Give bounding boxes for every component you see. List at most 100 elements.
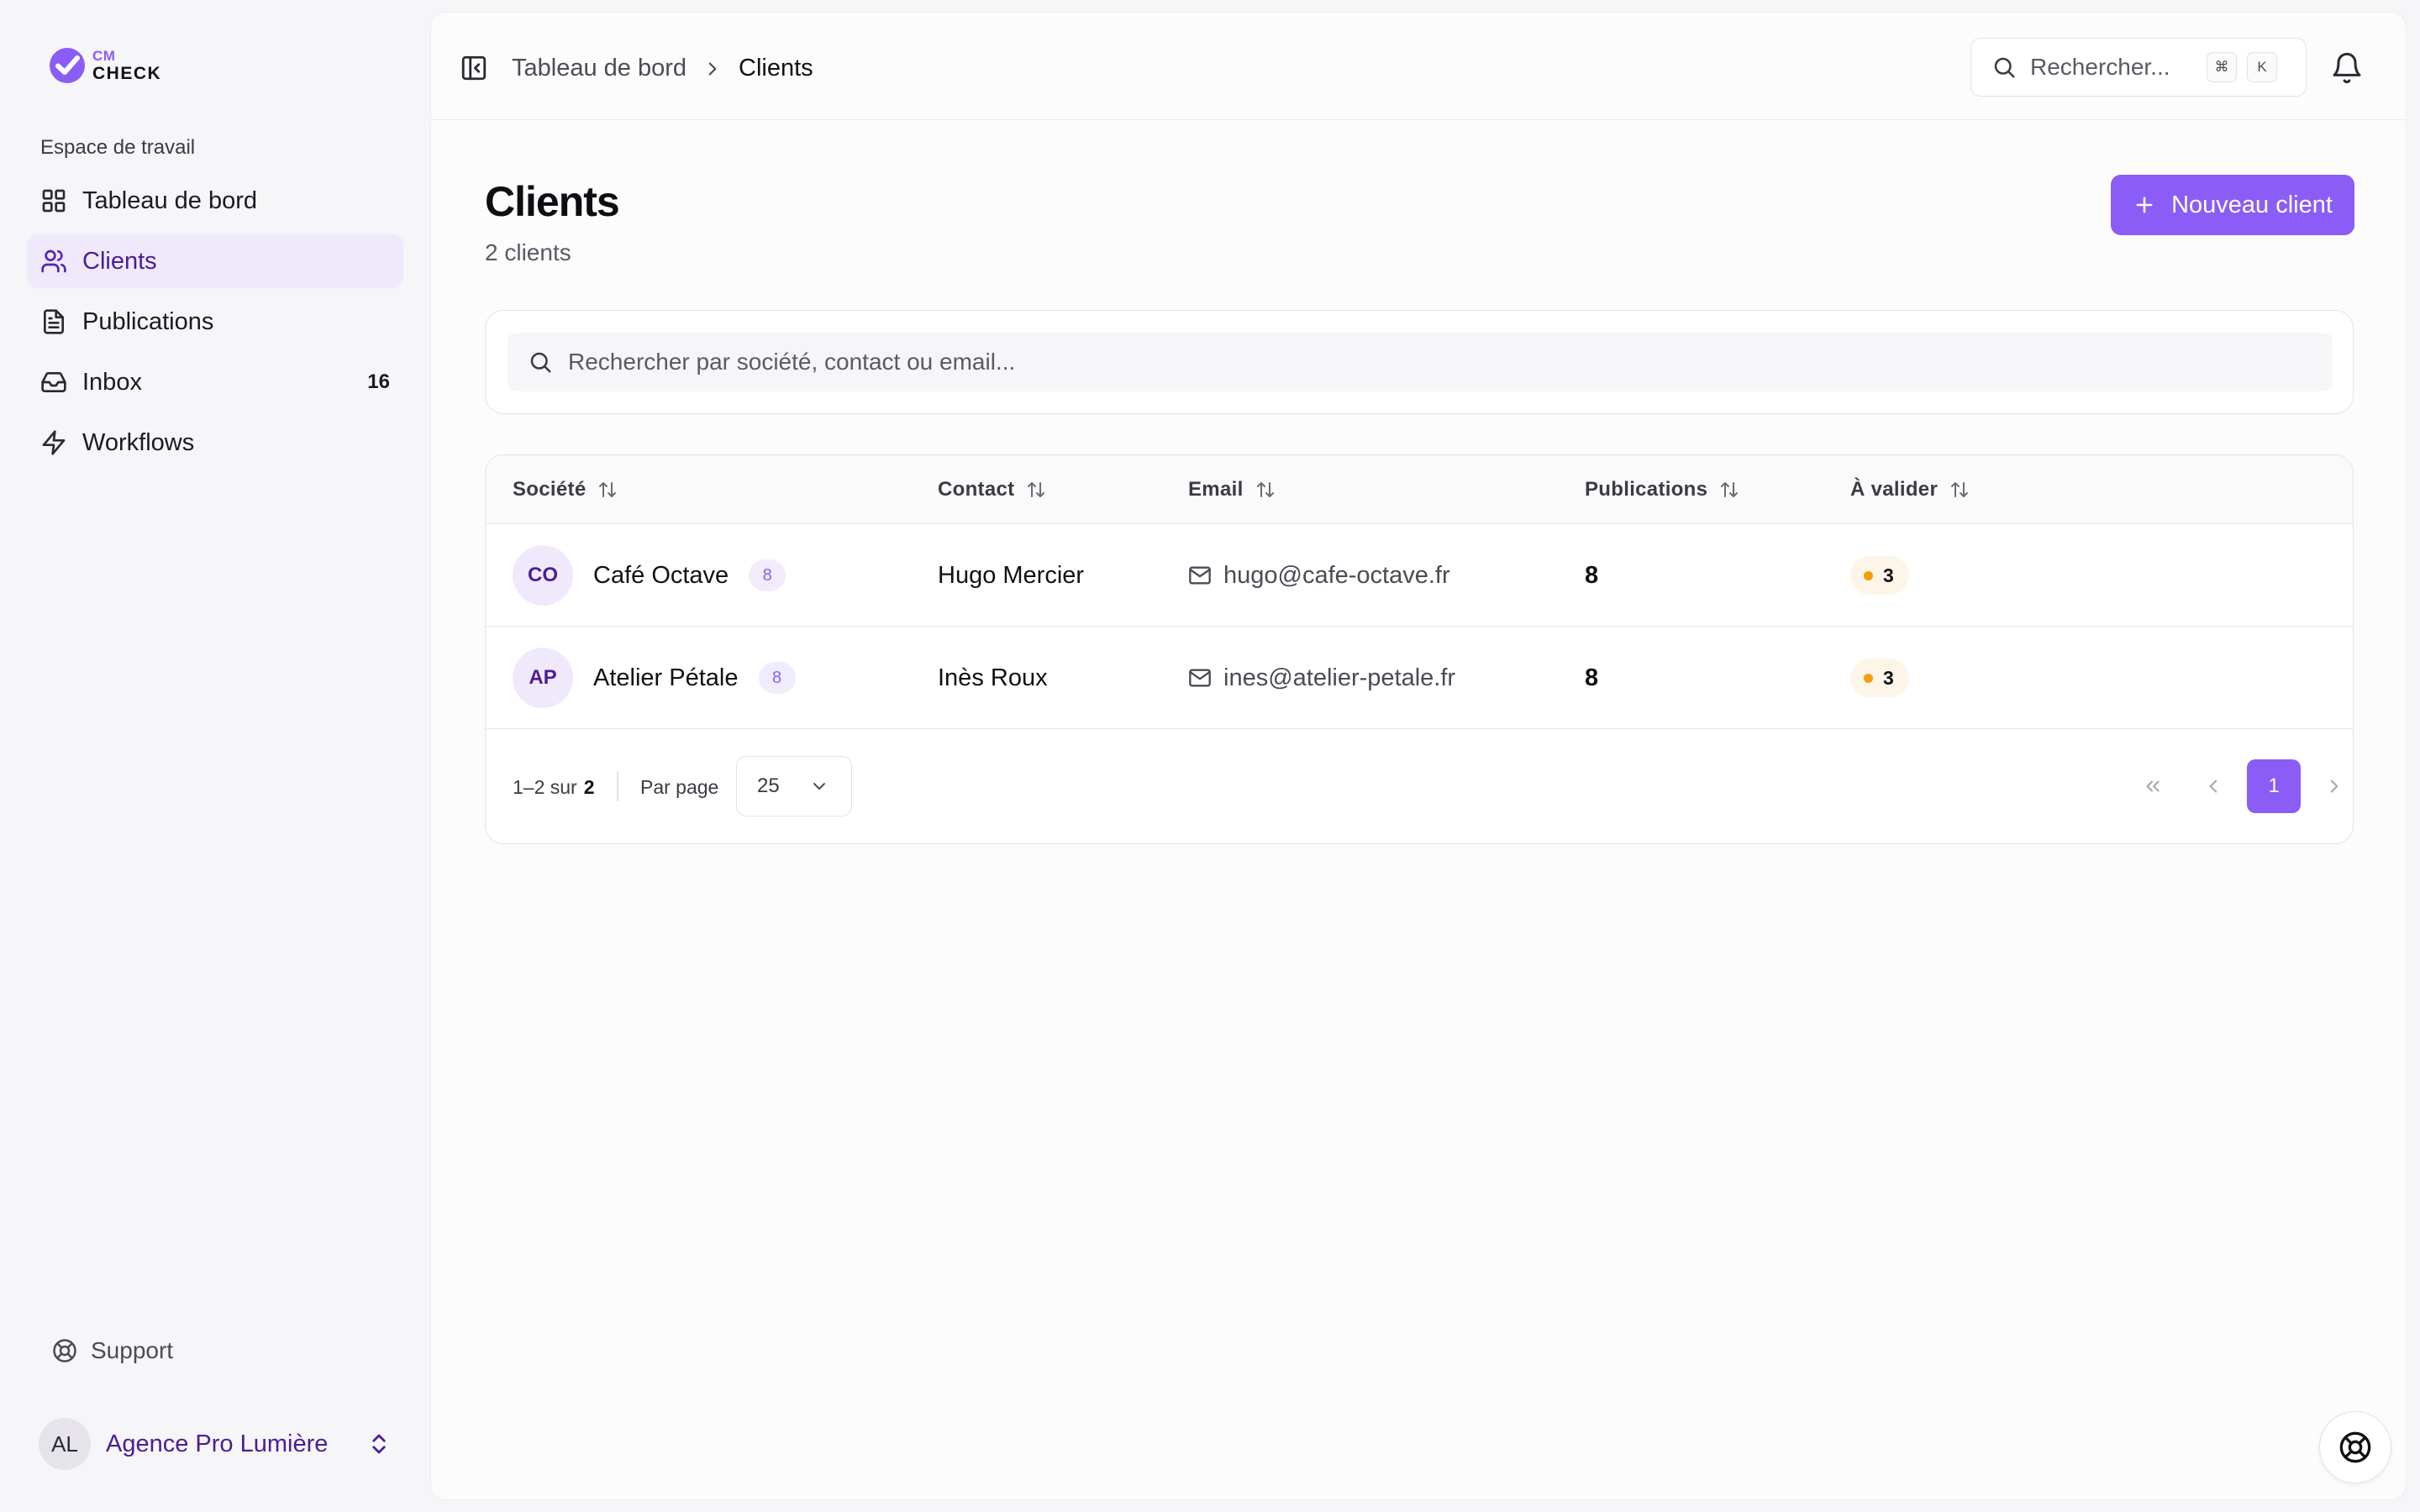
table-row[interactable]: CO Café Octave 8 Hugo Mercier hugo@cafe-… <box>486 524 2353 627</box>
per-page-select[interactable]: 25 <box>736 756 852 816</box>
breadcrumb-dashboard[interactable]: Tableau de bord <box>512 55 687 82</box>
logo-text-top: CM <box>92 48 116 64</box>
support-link[interactable]: Support <box>52 1337 173 1364</box>
sort-icon <box>1256 482 1274 497</box>
to-validate-count: 3 <box>1883 564 1894 586</box>
company-name: Café Octave <box>593 561 729 589</box>
email-cell[interactable]: hugo@cafe-octave.fr <box>1188 524 1450 627</box>
publication-count-badge: 8 <box>749 559 786 591</box>
pagination-total: 2 <box>583 775 595 798</box>
logo-wordmark: CM CHECK <box>92 49 161 82</box>
email-address: hugo@cafe-octave.fr <box>1223 561 1450 589</box>
column-header-to-validate[interactable]: À valider <box>1850 455 1970 524</box>
per-page-value: 25 <box>757 774 780 797</box>
global-search-input[interactable]: Rechercher... ⌘ K <box>1970 38 2307 97</box>
pagination-range: 1–2 sur 2 <box>513 729 595 843</box>
sidebar-item-dashboard[interactable]: Tableau de bord <box>27 174 403 228</box>
search-icon <box>530 352 551 373</box>
filter-card: Rechercher par société, contact ou email… <box>485 310 2354 414</box>
breadcrumb-current: Clients <box>739 55 813 81</box>
sidebar-nav: Tableau de bord Clients Publications Inb… <box>27 174 403 476</box>
next-page-button[interactable] <box>2307 759 2353 813</box>
page-button-current[interactable]: 1 <box>2247 759 2301 813</box>
new-client-button[interactable]: Nouveau client <box>2111 175 2354 235</box>
sidebar-item-label: Publications <box>82 307 214 335</box>
inbox-icon <box>41 372 66 392</box>
layout-grid-icon <box>42 189 66 213</box>
sidebar-item-label: Clients <box>82 247 157 275</box>
sidebar-toggle-icon[interactable] <box>460 54 488 82</box>
life-buoy-icon <box>53 1339 76 1362</box>
search-placeholder: Rechercher... <box>2030 54 2170 80</box>
pagination-bar: 1–2 sur 2 Par page 25 1 <box>486 729 2353 843</box>
main-panel: Tableau de bord Clients Rechercher... ⌘ … <box>430 12 2407 1500</box>
company-avatar: CO <box>513 545 573 606</box>
first-page-button[interactable] <box>2126 759 2180 813</box>
per-page-label: Par page <box>640 775 719 798</box>
sidebar: CM CHECK Espace de travail Tableau de bo… <box>0 0 425 1512</box>
publication-count-badge: 8 <box>758 662 796 694</box>
previous-page-button[interactable] <box>2186 759 2240 813</box>
client-count: 2 clients <box>485 239 571 265</box>
sort-icon <box>1951 482 1969 497</box>
shortcut-key-k: K <box>2247 52 2277 82</box>
help-button[interactable] <box>2319 1411 2391 1483</box>
mail-icon <box>1189 669 1211 687</box>
account-switcher[interactable]: AL Agence Pro Lumière <box>39 1418 400 1470</box>
topbar: Tableau de bord Clients Rechercher... ⌘ … <box>431 13 2406 120</box>
shortcut-key-cmd: ⌘ <box>2207 52 2237 82</box>
column-header-contact[interactable]: Contact <box>938 455 1046 524</box>
sidebar-item-clients[interactable]: Clients <box>27 234 403 288</box>
sidebar-item-label: Tableau de bord <box>82 186 257 214</box>
column-header-label: Contact <box>938 478 1015 501</box>
breadcrumb: Tableau de bord Clients <box>512 55 813 82</box>
to-validate-cell: 3 <box>1850 524 1909 627</box>
company-cell[interactable]: Café Octave 8 <box>593 524 786 627</box>
client-search-input[interactable]: Rechercher par société, contact ou email… <box>508 333 2333 391</box>
email-address: ines@atelier-petale.fr <box>1223 664 1456 691</box>
plus-icon <box>2136 197 2153 213</box>
mail-icon <box>1189 566 1211 585</box>
column-header-label: Email <box>1188 478 1244 501</box>
company-name: Atelier Pétale <box>593 664 739 691</box>
publications-cell: 8 <box>1585 664 1599 691</box>
publications-cell: 8 <box>1585 561 1599 589</box>
chevron-left-icon <box>2209 780 2217 793</box>
contact-cell: Hugo Mercier <box>938 561 1085 589</box>
pending-dot-icon <box>1864 673 1873 683</box>
sidebar-item-workflows[interactable]: Workflows <box>27 416 403 470</box>
page-title: Clients <box>485 178 620 225</box>
email-cell[interactable]: ines@atelier-petale.fr <box>1188 627 1455 729</box>
column-header-label: À valider <box>1850 478 1939 501</box>
pending-dot-icon <box>1864 570 1873 580</box>
logo[interactable]: CM CHECK <box>47 45 161 86</box>
sort-icon <box>1721 482 1739 497</box>
column-header-publications[interactable]: Publications <box>1585 455 1739 524</box>
table-row[interactable]: AP Atelier Pétale 8 Inès Roux ines@ateli… <box>486 627 2353 729</box>
search-icon <box>1994 57 2015 78</box>
support-label: Support <box>91 1337 174 1363</box>
client-search-placeholder: Rechercher par société, contact ou email… <box>568 349 1016 375</box>
contact-cell: Inès Roux <box>938 664 1048 691</box>
clients-table: Société Contact Email Publications À val… <box>485 454 2354 844</box>
sidebar-item-label: Inbox <box>82 368 142 396</box>
company-cell[interactable]: Atelier Pétale 8 <box>593 627 796 729</box>
sidebar-item-publications[interactable]: Publications <box>27 295 403 349</box>
sidebar-item-inbox[interactable]: Inbox 16 <box>27 355 403 409</box>
new-client-label: Nouveau client <box>2171 191 2333 218</box>
column-header-company[interactable]: Société <box>513 455 618 524</box>
chevrons-up-down-icon <box>372 1434 386 1454</box>
chevrons-left-icon <box>2146 780 2160 792</box>
account-name: Agence Pro Lumière <box>106 1430 329 1457</box>
column-header-label: Publications <box>1585 478 1708 501</box>
sidebar-item-label: Workflows <box>82 428 195 456</box>
to-validate-count: 3 <box>1883 666 1894 689</box>
column-header-email[interactable]: Email <box>1188 455 1276 524</box>
file-text-icon <box>44 309 64 334</box>
bell-icon[interactable] <box>2330 51 2364 85</box>
company-avatar: AP <box>513 648 573 708</box>
check-badge-icon <box>50 48 85 83</box>
to-validate-cell: 3 <box>1850 627 1909 729</box>
status-badge: 3 <box>1850 556 1909 595</box>
workspace-section-label: Espace de travail <box>40 136 196 159</box>
